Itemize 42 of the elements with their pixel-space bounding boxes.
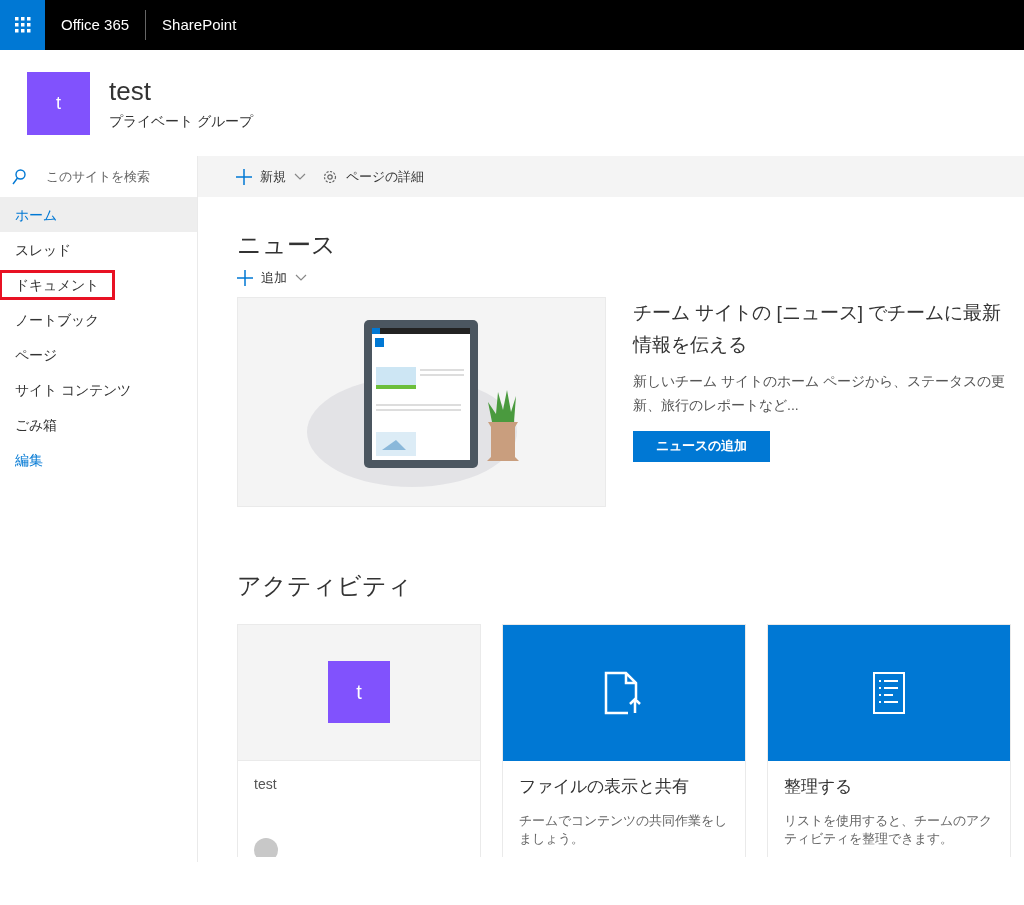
section-title: アクティビティ <box>237 570 413 601</box>
nav-link[interactable]: ごみ箱 <box>0 409 73 440</box>
add-news-menu-button[interactable]: 追加 <box>237 268 307 288</box>
nav-link[interactable]: 編集 <box>0 444 59 475</box>
plus-icon <box>237 269 253 286</box>
nav-item[interactable]: ホーム <box>0 197 197 232</box>
card-description: リストを使用すると、チームのアクティビティを整理できます。 <box>784 812 993 848</box>
app-launcher-button[interactable] <box>0 0 45 50</box>
chevron-down-icon <box>294 172 306 181</box>
activity-card[interactable]: 整理する リストを使用すると、チームのアクティビティを整理できます。 <box>767 623 1011 857</box>
plus-icon <box>236 168 252 185</box>
list-icon <box>873 671 905 714</box>
news-description: 新しいチーム サイトのホーム ページから、ステータスの更新、旅行のレポートなど... <box>633 371 1006 415</box>
avatar-icon <box>254 837 278 857</box>
gear-icon <box>322 168 338 185</box>
waffle-icon <box>14 17 31 33</box>
activity-card[interactable]: ファイルの表示と共有 チームでコンテンツの共同作業をしましょう。 <box>502 623 746 857</box>
nav-link[interactable]: サイト コンテンツ <box>0 374 147 405</box>
card-title: ファイルの表示と共有 <box>519 775 690 798</box>
nav-link[interactable]: ノートブック <box>0 304 115 335</box>
chevron-down-icon <box>295 273 307 282</box>
add-news-button[interactable]: ニュースの追加 <box>633 430 770 462</box>
nav-link[interactable]: ページ <box>0 339 73 370</box>
site-subtitle: プライベート グループ <box>109 112 253 131</box>
search-icon <box>12 168 26 185</box>
site-logo: t <box>328 661 390 723</box>
search-input[interactable]: このサイトを検索 <box>46 166 186 187</box>
page-details-button[interactable]: ページの詳細 <box>322 166 424 187</box>
product-link[interactable]: SharePoint <box>162 13 237 37</box>
card-description: チームでコンテンツの共同作業をしましょう。 <box>519 812 728 848</box>
site-logo: t <box>27 71 90 135</box>
activity-card[interactable]: t test <box>237 623 481 857</box>
card-title: 整理する <box>784 775 853 798</box>
card-title: test <box>254 774 278 794</box>
section-title: ニュース <box>237 230 337 260</box>
nav-link[interactable]: ドキュメント <box>0 269 115 300</box>
nav-link[interactable]: ホーム <box>0 199 73 230</box>
nav-link[interactable]: スレッド <box>0 234 87 265</box>
site-title: test <box>109 75 152 107</box>
news-headline: チーム サイトの [ニュース] でチームに最新情報を伝える <box>633 300 1003 357</box>
new-button[interactable]: 新規 <box>236 166 306 187</box>
brand-link[interactable]: Office 365 <box>61 10 147 40</box>
